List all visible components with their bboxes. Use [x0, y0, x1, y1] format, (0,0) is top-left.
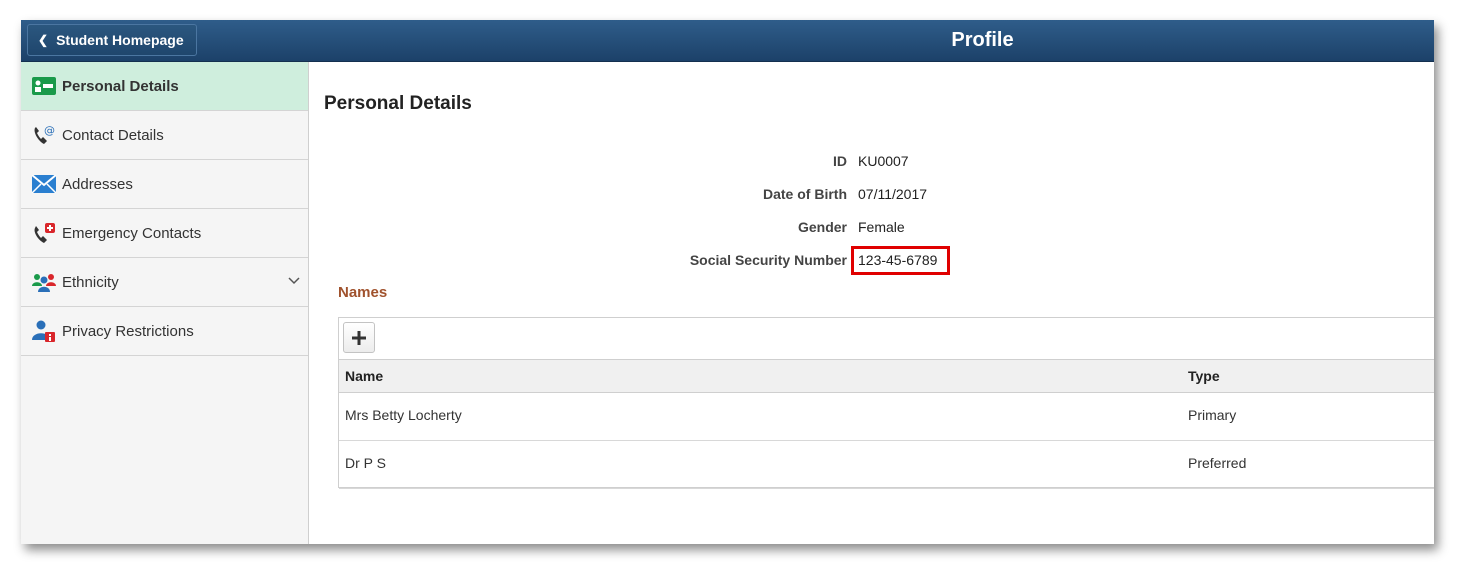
app-window: ❮ Student Homepage Profile Personal Deta… — [21, 20, 1434, 544]
chevron-down-icon[interactable] — [288, 272, 300, 289]
person-lock-icon — [31, 320, 57, 342]
sidebar: Personal Details @ Contact Details Addre… — [21, 62, 309, 544]
column-header-name[interactable]: Name — [345, 368, 383, 384]
phone-at-icon: @ — [31, 124, 57, 146]
table-row[interactable]: Mrs Betty Locherty Primary — [339, 393, 1434, 441]
table-row[interactable]: Dr P S Preferred — [339, 441, 1434, 489]
name-cell: Mrs Betty Locherty — [345, 407, 462, 423]
add-name-button[interactable] — [343, 322, 375, 353]
field-row-gender: Gender Female — [309, 219, 1209, 239]
field-row-date-of-birth: Date of Birth 07/11/2017 — [309, 186, 1209, 206]
column-header-type[interactable]: Type — [1188, 368, 1220, 384]
names-grid: Name Type Mrs Betty Locherty Primary Dr … — [338, 317, 1434, 489]
plus-icon — [352, 330, 366, 345]
sidebar-item-label: Addresses — [62, 175, 133, 193]
section-title: Personal Details — [324, 93, 472, 114]
main-content: Personal Details ID KU0007 Date of Birth… — [309, 62, 1434, 544]
field-value: KU0007 — [858, 153, 909, 169]
field-row-ssn: Social Security Number 123-45-6789 — [309, 246, 1209, 275]
type-cell: Preferred — [1188, 455, 1247, 471]
sidebar-item-personal-details[interactable]: Personal Details — [21, 62, 308, 111]
envelope-icon — [31, 173, 57, 195]
field-label: Date of Birth — [763, 186, 847, 202]
header-bar: ❮ Student Homepage Profile — [21, 20, 1434, 62]
sidebar-item-contact-details[interactable]: @ Contact Details — [21, 111, 308, 160]
sidebar-item-emergency-contacts[interactable]: Emergency Contacts — [21, 209, 308, 258]
field-label: Gender — [797, 219, 847, 235]
sidebar-item-label: Emergency Contacts — [62, 224, 202, 242]
name-cell: Dr P S — [345, 455, 386, 471]
field-label: Social Security Number — [689, 252, 847, 268]
grid-header: Name Type — [339, 360, 1434, 393]
phone-emergency-icon — [31, 222, 57, 244]
field-value: 07/11/2017 — [858, 186, 928, 202]
page-title: Profile — [951, 29, 1014, 51]
sidebar-item-addresses[interactable]: Addresses — [21, 160, 308, 209]
sidebar-item-label: Personal Details — [62, 77, 179, 95]
field-row-id: ID KU0007 — [309, 153, 1209, 173]
grid-toolbar — [339, 318, 1434, 360]
field-value: Female — [858, 219, 905, 235]
sidebar-item-label: Ethnicity — [62, 273, 119, 291]
names-section-title: Names — [338, 284, 388, 301]
svg-text:@: @ — [44, 124, 55, 137]
sidebar-item-privacy-restrictions[interactable]: Privacy Restrictions — [21, 307, 308, 356]
sidebar-item-label: Contact Details — [62, 126, 164, 144]
field-value: 123-45-6789 — [858, 252, 938, 268]
sidebar-item-ethnicity[interactable]: Ethnicity — [21, 258, 308, 307]
sidebar-item-label: Privacy Restrictions — [62, 322, 194, 340]
field-label: ID — [833, 153, 847, 169]
id-card-icon — [31, 75, 57, 97]
group-people-icon — [31, 271, 57, 293]
type-cell: Primary — [1188, 407, 1237, 423]
